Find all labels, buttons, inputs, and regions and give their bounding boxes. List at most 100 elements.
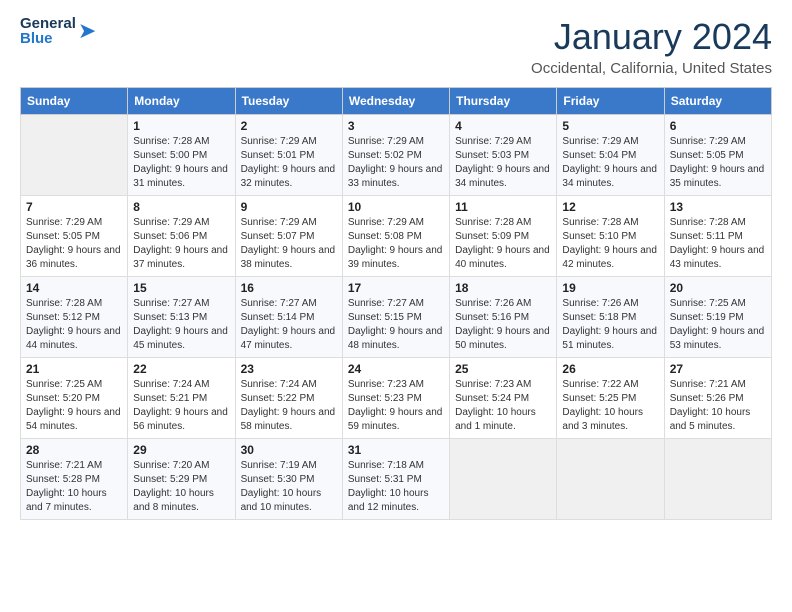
day-number: 13 <box>670 200 766 214</box>
day-info: Sunrise: 7:26 AMSunset: 5:18 PMDaylight:… <box>562 297 658 353</box>
calendar-cell <box>557 439 664 520</box>
day-number: 5 <box>562 119 658 133</box>
calendar-cell: 4Sunrise: 7:29 AMSunset: 5:03 PMDaylight… <box>450 115 557 196</box>
weekday-header-row: SundayMondayTuesdayWednesdayThursdayFrid… <box>21 88 772 115</box>
day-info: Sunrise: 7:28 AMSunset: 5:00 PMDaylight:… <box>133 135 229 191</box>
calendar-cell: 30 Sunrise: 7:19 AMSunset: 5:30 PMDayligh… <box>235 439 342 520</box>
day-info: Sunrise: 7:29 AMSunset: 5:05 PMDaylight:… <box>26 216 122 272</box>
calendar-cell: 3 Sunrise: 7:29 AMSunset: 5:02 PMDaylight… <box>342 115 449 196</box>
calendar-cell: 27 Sunrise: 7:21 AMSunset: 5:26 PMDayligh… <box>664 358 771 439</box>
day-info: Sunrise: 7:29 AMSunset: 5:04 PMDaylight:… <box>562 135 658 191</box>
calendar-cell: 13 Sunrise: 7:28 AMSunset: 5:11 PMDayligh… <box>664 196 771 277</box>
day-number: 20 <box>670 281 766 295</box>
day-info: Sunrise: 7:28 AMSunset: 5:11 PMDaylight:… <box>670 216 766 272</box>
weekday-header: Friday <box>557 88 664 115</box>
calendar-cell: 29 Sunrise: 7:20 AMSunset: 5:29 PMDayligh… <box>128 439 235 520</box>
month-title: January 2024 <box>531 16 772 58</box>
calendar-cell: 26 Sunrise: 7:22 AMSunset: 5:25 PMDayligh… <box>557 358 664 439</box>
day-info: Sunrise: 7:25 AMSunset: 5:19 PMDaylight:… <box>670 297 766 353</box>
logo: General Blue ➤ <box>20 16 96 46</box>
calendar-cell: 17 Sunrise: 7:27 AMSunset: 5:15 PMDayligh… <box>342 277 449 358</box>
calendar-cell: 10 Sunrise: 7:29 AMSunset: 5:08 PMDayligh… <box>342 196 449 277</box>
day-info: Sunrise: 7:29 AMSunset: 5:08 PMDaylight:… <box>348 216 444 272</box>
calendar-cell: 6Sunrise: 7:29 AMSunset: 5:05 PMDaylight… <box>664 115 771 196</box>
day-info: Sunrise: 7:29 AMSunset: 5:07 PMDaylight:… <box>241 216 337 272</box>
calendar-cell: 15 Sunrise: 7:27 AMSunset: 5:13 PMDayligh… <box>128 277 235 358</box>
calendar-row: 1 Sunrise: 7:28 AMSunset: 5:00 PMDaylight… <box>21 115 772 196</box>
calendar-cell: 25 Sunrise: 7:23 AMSunset: 5:24 PMDayligh… <box>450 358 557 439</box>
calendar-cell: 31 Sunrise: 7:18 AMSunset: 5:31 PMDayligh… <box>342 439 449 520</box>
day-number: 16 <box>241 281 337 295</box>
day-info: Sunrise: 7:27 AMSunset: 5:14 PMDaylight:… <box>241 297 337 353</box>
day-number: 8 <box>133 200 229 214</box>
day-number: 15 <box>133 281 229 295</box>
day-number: 23 <box>241 362 337 376</box>
calendar-row: 7 Sunrise: 7:29 AMSunset: 5:05 PMDaylight… <box>21 196 772 277</box>
calendar-cell: 2 Sunrise: 7:29 AMSunset: 5:01 PMDaylight… <box>235 115 342 196</box>
calendar-row: 28 Sunrise: 7:21 AMSunset: 5:28 PMDayligh… <box>21 439 772 520</box>
calendar-cell: 5 Sunrise: 7:29 AMSunset: 5:04 PMDaylight… <box>557 115 664 196</box>
day-number: 24 <box>348 362 444 376</box>
day-number: 10 <box>348 200 444 214</box>
day-number: 21 <box>26 362 122 376</box>
calendar-cell: 11 Sunrise: 7:28 AMSunset: 5:09 PMDayligh… <box>450 196 557 277</box>
calendar-cell: 23 Sunrise: 7:24 AMSunset: 5:22 PMDayligh… <box>235 358 342 439</box>
day-info: Sunrise: 7:21 AMSunset: 5:28 PMDaylight:… <box>26 459 122 515</box>
weekday-header: Tuesday <box>235 88 342 115</box>
day-info: Sunrise: 7:19 AMSunset: 5:30 PMDaylight:… <box>241 459 337 515</box>
location-title: Occidental, California, United States <box>531 60 772 77</box>
day-number: 6 <box>670 119 766 133</box>
day-number: 27 <box>670 362 766 376</box>
calendar-cell <box>21 115 128 196</box>
day-number: 28 <box>26 443 122 457</box>
calendar-cell <box>450 439 557 520</box>
calendar-row: 14 Sunrise: 7:28 AMSunset: 5:12 PMDayligh… <box>21 277 772 358</box>
day-info: Sunrise: 7:27 AMSunset: 5:13 PMDaylight:… <box>133 297 229 353</box>
logo-text: General Blue <box>20 16 76 46</box>
day-number: 14 <box>26 281 122 295</box>
day-info: Sunrise: 7:18 AMSunset: 5:31 PMDaylight:… <box>348 459 444 515</box>
day-info: Sunrise: 7:29 AMSunset: 5:01 PMDaylight:… <box>241 135 337 191</box>
day-number: 4 <box>455 119 551 133</box>
day-number: 30 <box>241 443 337 457</box>
logo-area: General Blue ➤ <box>20 16 96 46</box>
day-number: 7 <box>26 200 122 214</box>
day-number: 3 <box>348 119 444 133</box>
day-number: 26 <box>562 362 658 376</box>
day-info: Sunrise: 7:21 AMSunset: 5:26 PMDaylight:… <box>670 378 766 434</box>
calendar-cell: 24Sunrise: 7:23 AMSunset: 5:23 PMDayligh… <box>342 358 449 439</box>
day-info: Sunrise: 7:28 AMSunset: 5:09 PMDaylight:… <box>455 216 551 272</box>
day-info: Sunrise: 7:28 AMSunset: 5:12 PMDaylight:… <box>26 297 122 353</box>
calendar-cell: 9Sunrise: 7:29 AMSunset: 5:07 PMDaylight… <box>235 196 342 277</box>
title-area: January 2024 Occidental, California, Uni… <box>531 16 772 77</box>
day-number: 17 <box>348 281 444 295</box>
day-number: 2 <box>241 119 337 133</box>
weekday-header: Wednesday <box>342 88 449 115</box>
weekday-header: Monday <box>128 88 235 115</box>
day-info: Sunrise: 7:27 AMSunset: 5:15 PMDaylight:… <box>348 297 444 353</box>
day-number: 25 <box>455 362 551 376</box>
day-number: 18 <box>455 281 551 295</box>
calendar-cell: 21Sunrise: 7:25 AMSunset: 5:20 PMDayligh… <box>21 358 128 439</box>
calendar-cell: 1 Sunrise: 7:28 AMSunset: 5:00 PMDaylight… <box>128 115 235 196</box>
day-info: Sunrise: 7:28 AMSunset: 5:10 PMDaylight:… <box>562 216 658 272</box>
day-number: 22 <box>133 362 229 376</box>
day-number: 31 <box>348 443 444 457</box>
day-info: Sunrise: 7:23 AMSunset: 5:24 PMDaylight:… <box>455 378 551 434</box>
weekday-header: Sunday <box>21 88 128 115</box>
day-number: 11 <box>455 200 551 214</box>
header: General Blue ➤ January 2024 Occidental, … <box>20 16 772 77</box>
calendar-cell: 22Sunrise: 7:24 AMSunset: 5:21 PMDayligh… <box>128 358 235 439</box>
day-number: 12 <box>562 200 658 214</box>
calendar-cell: 8Sunrise: 7:29 AMSunset: 5:06 PMDaylight… <box>128 196 235 277</box>
calendar-cell: 19Sunrise: 7:26 AMSunset: 5:18 PMDayligh… <box>557 277 664 358</box>
day-info: Sunrise: 7:22 AMSunset: 5:25 PMDaylight:… <box>562 378 658 434</box>
calendar-row: 21Sunrise: 7:25 AMSunset: 5:20 PMDayligh… <box>21 358 772 439</box>
day-info: Sunrise: 7:29 AMSunset: 5:02 PMDaylight:… <box>348 135 444 191</box>
day-info: Sunrise: 7:24 AMSunset: 5:22 PMDaylight:… <box>241 378 337 434</box>
day-number: 29 <box>133 443 229 457</box>
weekday-header: Saturday <box>664 88 771 115</box>
day-number: 1 <box>133 119 229 133</box>
calendar-cell: 14 Sunrise: 7:28 AMSunset: 5:12 PMDayligh… <box>21 277 128 358</box>
day-info: Sunrise: 7:20 AMSunset: 5:29 PMDaylight:… <box>133 459 229 515</box>
